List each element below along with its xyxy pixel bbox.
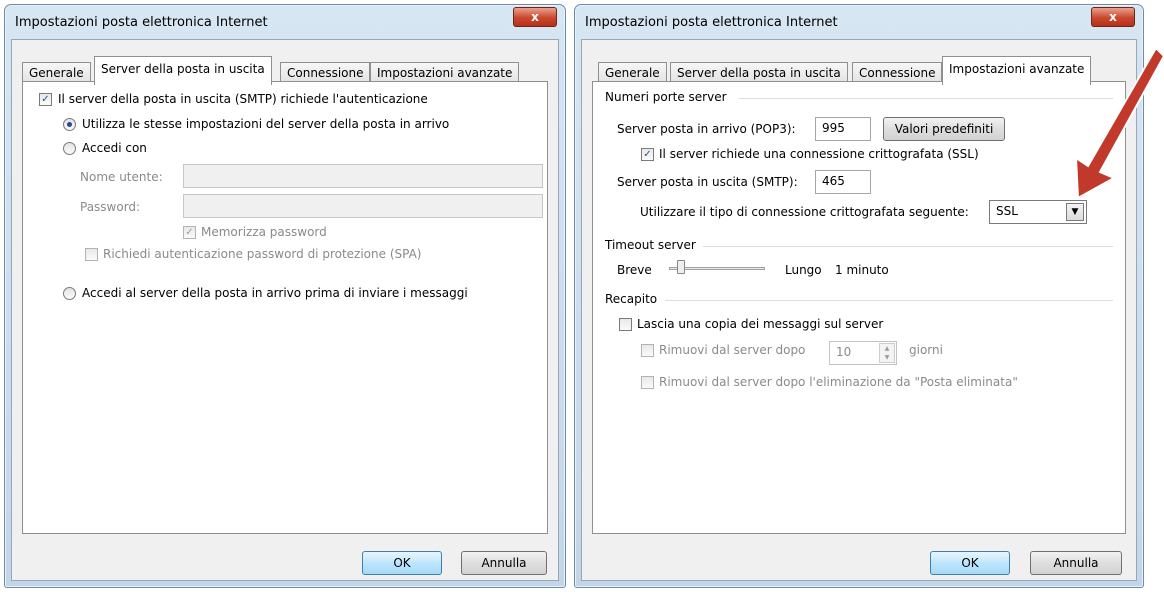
tab-impostazioni-avanzate[interactable]: Impostazioni avanzate — [942, 56, 1092, 85]
remember-password-label: Memorizza password — [201, 225, 327, 239]
days-label: giorni — [909, 343, 943, 357]
ok-button[interactable]: OK — [930, 551, 1010, 575]
timeout-value: 1 minuto — [835, 263, 889, 277]
right-tab-page: Numeri porte server Server posta in arri… — [592, 81, 1126, 534]
tab-server-posta-uscita[interactable]: Server della posta in uscita — [94, 56, 272, 85]
remove-after-days-field[interactable]: 10 ▲ ▼ — [829, 341, 897, 365]
same-settings-label: Utilizza le stesse impostazioni del serv… — [82, 117, 450, 131]
right-dialog-window: Impostazioni posta elettronica Internet … — [574, 4, 1144, 588]
spa-label: Richiedi autenticazione password di prot… — [103, 247, 422, 261]
right-dialog-body: Generale Server della posta in uscita Co… — [581, 39, 1137, 581]
password-field[interactable] — [183, 194, 543, 218]
left-dialog-body: Generale Server della posta in uscita Co… — [11, 39, 559, 581]
timeout-long-label: Lungo — [785, 263, 822, 277]
pop3-port-field[interactable]: 995 — [815, 117, 871, 141]
encryption-type-select[interactable]: SSL ▼ — [989, 200, 1087, 224]
remove-after-days-value: 10 — [836, 345, 852, 359]
timeout-slider-thumb[interactable] — [677, 260, 685, 274]
leave-copy-checkbox[interactable] — [619, 318, 632, 331]
encryption-type-value: SSL — [996, 204, 1018, 218]
password-label: Password: — [80, 200, 141, 214]
username-field[interactable] — [183, 164, 543, 188]
smtp-port-field[interactable]: 465 — [815, 170, 871, 194]
ok-button[interactable]: OK — [362, 551, 442, 575]
login-incoming-first-label: Accedi al server della posta in arrivo p… — [82, 286, 468, 300]
remove-after-checkbox[interactable] — [641, 344, 654, 357]
left-dialog-window: Impostazioni posta elettronica Internet … — [4, 4, 566, 588]
same-settings-radio[interactable] — [63, 118, 76, 131]
encryption-type-label: Utilizzare il tipo di connessione critto… — [640, 205, 969, 219]
cancel-button[interactable]: Annulla — [1030, 551, 1122, 575]
cancel-button[interactable]: Annulla — [461, 551, 547, 575]
chevron-down-icon[interactable]: ▼ — [1066, 203, 1084, 221]
left-close-button[interactable]: x — [513, 7, 557, 27]
delivery-group-title: Recapito — [605, 292, 658, 306]
smtp-port-label: Server posta in uscita (SMTP): — [617, 175, 798, 189]
ssl-required-label: Il server richiede una connessione critt… — [659, 147, 979, 161]
login-with-radio[interactable] — [63, 142, 76, 155]
smtp-auth-label: Il server della posta in uscita (SMTP) r… — [58, 92, 428, 106]
ssl-required-checkbox[interactable]: ✓ — [641, 148, 654, 161]
timeout-group-rule — [703, 246, 1113, 247]
login-with-label: Accedi con — [82, 141, 147, 155]
ports-group-rule — [739, 98, 1113, 99]
leave-copy-label: Lascia una copia dei messaggi sul server — [637, 317, 884, 331]
remove-deleted-checkbox[interactable] — [641, 376, 654, 389]
timeout-short-label: Breve — [617, 263, 652, 277]
spa-checkbox[interactable] — [85, 248, 98, 261]
username-label: Nome utente: — [80, 170, 163, 184]
remove-deleted-label: Rimuovi dal server dopo l'eliminazione d… — [659, 375, 1018, 389]
pop3-label: Server posta in arrivo (POP3): — [617, 122, 796, 136]
right-dialog-title: Impostazioni posta elettronica Internet — [585, 15, 838, 30]
remove-after-label: Rimuovi dal server dopo — [659, 343, 806, 357]
left-dialog-title: Impostazioni posta elettronica Internet — [15, 15, 268, 30]
defaults-button[interactable]: Valori predefiniti — [883, 117, 1005, 141]
smtp-auth-checkbox[interactable]: ✓ — [39, 93, 52, 106]
login-incoming-first-radio[interactable] — [63, 287, 76, 300]
delivery-group-rule — [665, 300, 1113, 301]
spinner-arrows-icon[interactable]: ▲ ▼ — [879, 343, 895, 363]
left-tab-page: ✓ Il server della posta in uscita (SMTP)… — [22, 81, 548, 534]
remember-password-checkbox[interactable]: ✓ — [183, 226, 196, 239]
timeout-group-title: Timeout server — [605, 238, 696, 252]
right-close-button[interactable]: x — [1091, 7, 1135, 27]
ports-group-title: Numeri porte server — [605, 90, 727, 104]
